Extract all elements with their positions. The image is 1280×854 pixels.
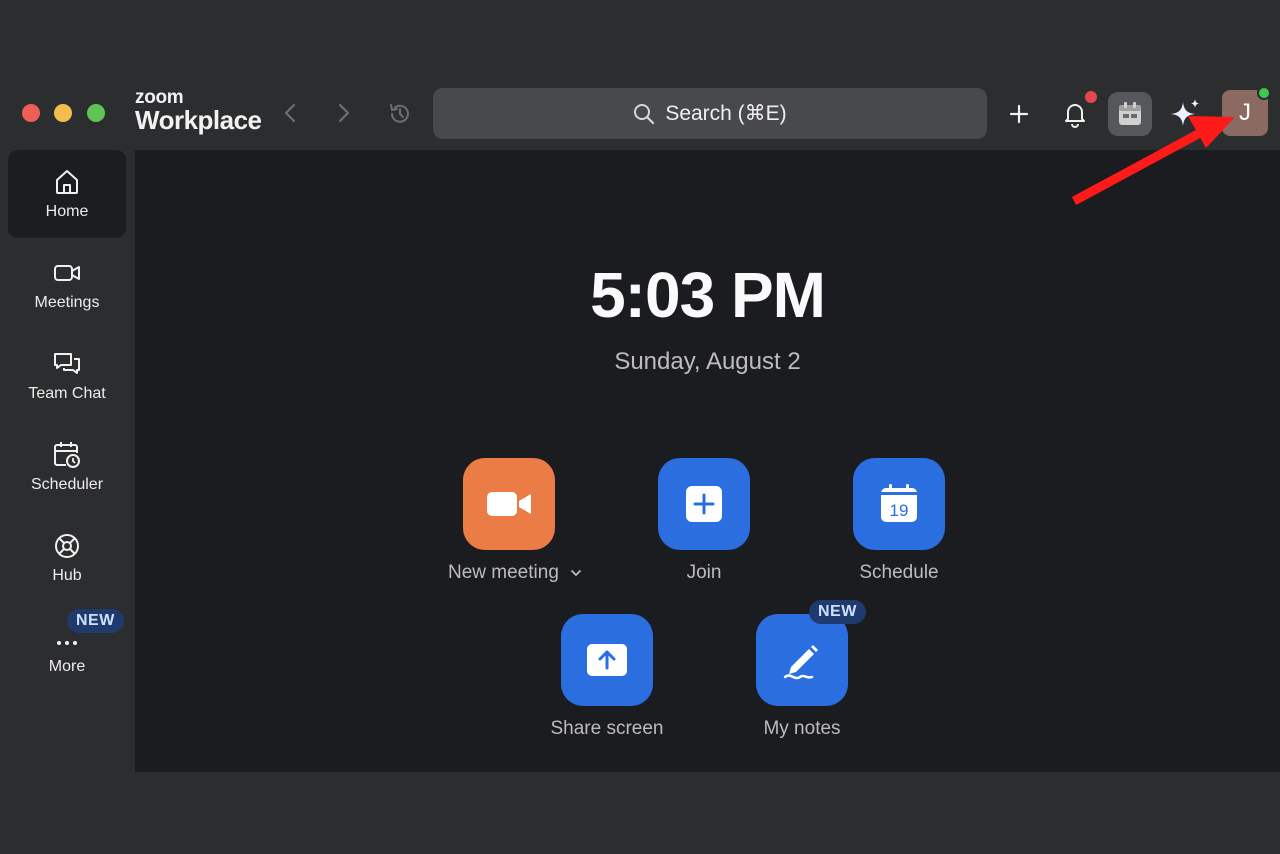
sidebar: Home Meetings Team Chat Scheduler Hub Mo… xyxy=(0,148,135,788)
plus-box-icon xyxy=(686,486,722,522)
plus-icon xyxy=(1009,104,1029,124)
close-window-button[interactable] xyxy=(22,104,40,122)
search-label: Search (⌘E) xyxy=(665,102,787,125)
scheduler-icon xyxy=(54,442,80,468)
sidebar-item-scheduler[interactable]: Scheduler xyxy=(8,423,126,511)
chevron-left-icon xyxy=(284,103,296,123)
history-button[interactable] xyxy=(386,100,414,128)
video-camera-icon xyxy=(487,492,531,516)
presence-status-dot xyxy=(1257,86,1271,100)
sparkle-icon xyxy=(1171,99,1199,126)
new-meeting-button[interactable] xyxy=(463,458,555,550)
history-icon xyxy=(390,104,409,123)
bell-icon xyxy=(1065,104,1085,128)
new-meeting-label-row: New meeting xyxy=(448,562,583,584)
new-item-button[interactable] xyxy=(997,92,1041,136)
zoom-workplace-logo: zoom Workplace xyxy=(135,87,262,135)
schedule-button[interactable]: 19 xyxy=(853,458,945,550)
ai-companion-button[interactable] xyxy=(1163,92,1207,136)
clock-date: Sunday, August 2 xyxy=(614,348,801,375)
my-notes-label: My notes xyxy=(763,718,841,739)
share-screen-button[interactable] xyxy=(561,614,653,706)
new-meeting-label: New meeting xyxy=(448,562,559,583)
calendar-icon: 19 xyxy=(881,484,917,522)
join-button[interactable] xyxy=(658,458,750,550)
forward-button[interactable] xyxy=(331,100,357,126)
search-bar[interactable]: Search (⌘E) xyxy=(433,88,987,139)
chevron-right-icon xyxy=(338,103,350,123)
calendar-app-icon xyxy=(1119,102,1141,125)
sidebar-item-team-chat[interactable]: Team Chat xyxy=(8,332,126,420)
more-new-badge: NEW xyxy=(67,609,124,633)
minimize-window-button[interactable] xyxy=(54,104,72,122)
clock-time: 5:03 PM xyxy=(590,259,826,331)
whiteboard-button[interactable] xyxy=(1108,92,1152,136)
search-icon xyxy=(634,103,655,124)
video-icon xyxy=(54,265,80,281)
schedule-label: Schedule xyxy=(859,562,939,583)
pen-icon xyxy=(783,645,818,680)
sidebar-item-hub[interactable]: Hub xyxy=(8,514,126,602)
sidebar-item-home[interactable]: Home xyxy=(8,150,126,238)
hub-icon xyxy=(55,534,79,558)
chat-icon xyxy=(54,353,80,374)
calendar-day: 19 xyxy=(890,501,909,520)
my-notes-new-badge: NEW xyxy=(809,600,866,624)
share-up-arrow-icon xyxy=(587,644,627,676)
home-icon xyxy=(56,170,78,194)
notification-badge xyxy=(1085,91,1097,103)
chevron-down-icon[interactable] xyxy=(569,568,583,578)
share-screen-label: Share screen xyxy=(550,718,664,739)
back-button[interactable] xyxy=(277,100,303,126)
my-notes-button[interactable] xyxy=(756,614,848,706)
zoom-window-button[interactable] xyxy=(87,104,105,122)
join-label: Join xyxy=(686,562,722,583)
sidebar-item-meetings[interactable]: Meetings xyxy=(8,241,126,329)
